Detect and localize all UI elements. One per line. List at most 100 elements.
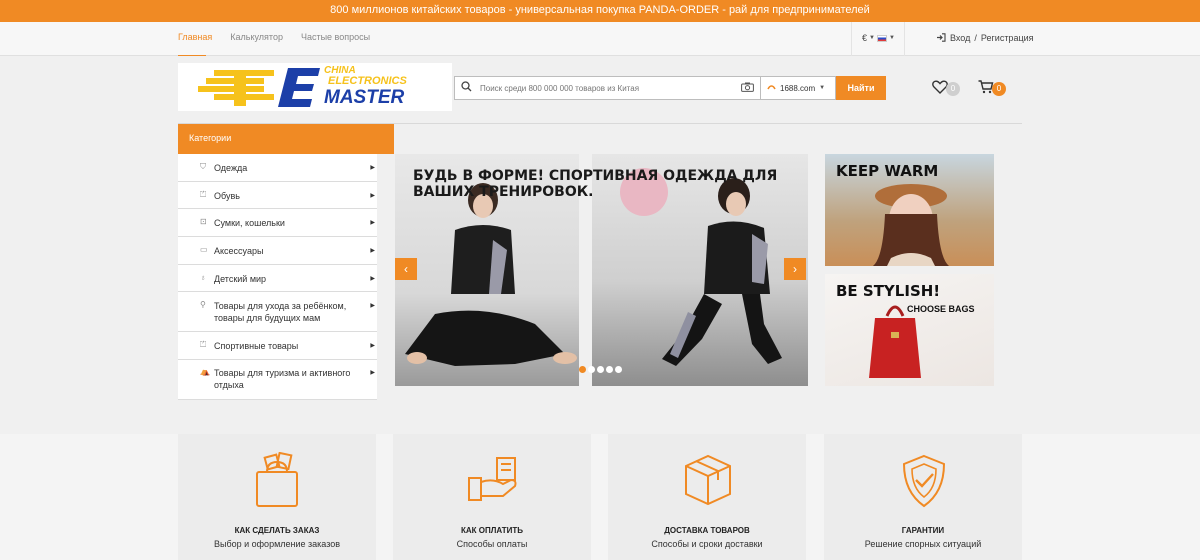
shoe-icon: ⏍ [200, 340, 207, 349]
tent-icon: ⛺ [200, 367, 210, 376]
slide-title: БУДЬ В ФОРМЕ! СПОРТИВНАЯ ОДЕЖДА ДЛЯ ВАШИ… [413, 168, 778, 200]
slider-prev-button[interactable]: ‹ [395, 258, 417, 280]
features-section: КАК СДЕЛАТЬ ЗАКАЗ Выбор и оформление зак… [0, 434, 1200, 560]
chevron-right-icon: ▶ [370, 220, 375, 226]
slider-dot[interactable] [579, 366, 586, 373]
chevron-right-icon: ▶ [370, 248, 375, 254]
chevron-right-icon: ▶ [370, 276, 375, 282]
tab-calculator[interactable]: Калькулятор [230, 32, 283, 42]
hero-slider: БУДЬ В ФОРМЕ! СПОРТИВНАЯ ОДЕЖДА ДЛЯ ВАШИ… [395, 154, 808, 386]
promo-card-title: BE STYLISH! [836, 282, 941, 300]
shield-check-icon [898, 452, 950, 515]
feature-title: КАК СДЕЛАТЬ ЗАКАЗ [234, 526, 320, 535]
chevron-right-icon: ▶ [370, 370, 375, 376]
russian-flag-icon [876, 34, 887, 42]
feature-subtitle: Способы оплаты [456, 539, 528, 549]
payment-hand-icon [467, 452, 523, 515]
login-link[interactable]: Вход [950, 33, 970, 44]
feature-title: ГАРАНТИИ [901, 526, 945, 535]
chevron-down-icon: ▼ [869, 35, 875, 41]
promo-card-be-stylish[interactable]: BE STYLISH! CHOOSE BAGS [825, 274, 994, 386]
tab-faq[interactable]: Частые вопросы [301, 32, 370, 42]
header: CHINA ELECTRONICS MASTER 1688.com ▼ Найт… [0, 56, 1200, 418]
feature-subtitle: Способы и сроки доставки [651, 539, 763, 549]
shopping-bag-icon [252, 451, 302, 515]
bag-icon: ⊡ [200, 217, 207, 226]
slider-dot[interactable] [597, 366, 604, 373]
chevron-right-icon: ▶ [370, 193, 375, 199]
logo-mark [198, 68, 320, 107]
slider-dot[interactable] [606, 366, 613, 373]
category-item-bags[interactable]: ⊡ Сумки, кошельки ▶ [178, 209, 377, 237]
top-nav: Главная Калькулятор Частые вопросы € ▼ ▼… [0, 22, 1200, 57]
chevron-right-icon: ▶ [370, 303, 375, 309]
marketplace-logo-icon [767, 84, 776, 93]
search-button[interactable]: Найти [836, 76, 886, 100]
category-item-sports[interactable]: ⏍ Спортивные товары ▶ [178, 332, 377, 360]
feature-how-to-pay[interactable]: КАК ОПЛАТИТЬ Способы оплаты [393, 434, 591, 560]
promo-card-keep-warm[interactable]: KEEP WARM [825, 154, 994, 266]
category-item-clothing[interactable]: ⛉ Одежда ▶ [178, 154, 377, 182]
feature-delivery[interactable]: ДОСТАВКА ТОВАРОВ Способы и сроки доставк… [608, 434, 806, 560]
box-icon [682, 452, 734, 515]
source-selector[interactable]: 1688.com ▼ [760, 76, 836, 100]
wallet-icon: ▭ [200, 245, 208, 254]
search-box [454, 76, 760, 100]
cart-count-badge: 0 [992, 82, 1006, 96]
chevron-right-icon: ▶ [370, 343, 375, 349]
chevron-down-icon: ▼ [888, 35, 895, 41]
category-label: Сумки, кошельки [214, 218, 285, 228]
search-icon [461, 79, 472, 97]
register-link[interactable]: Регистрация [981, 33, 1034, 44]
feature-guarantees[interactable]: ГАРАНТИИ Решение спорных ситуаций [824, 434, 1022, 560]
stroller-icon: ⚲ [200, 300, 206, 309]
promo-text: 800 миллионов китайских товаров - универ… [330, 4, 870, 16]
nav-divider [904, 22, 905, 56]
search-input[interactable] [480, 83, 733, 93]
auth-links: Вход / Регистрация [936, 33, 1034, 44]
slider-next-button[interactable]: › [784, 258, 806, 280]
categories-header[interactable]: Категории [178, 124, 394, 154]
cart-button[interactable]: 0 [978, 80, 1006, 98]
shoe-icon: ⏍ [200, 190, 207, 199]
category-item-kids[interactable]: ♁ Детский мир ▶ [178, 265, 377, 292]
promo-bar: 800 миллионов китайских товаров - универ… [0, 0, 1200, 22]
chevron-left-icon: ‹ [404, 262, 408, 276]
feature-how-to-order[interactable]: КАК СДЕЛАТЬ ЗАКАЗ Выбор и оформление зак… [178, 434, 376, 560]
header-icons: 0 0 [932, 80, 1006, 98]
camera-icon[interactable] [741, 79, 754, 97]
category-label: Товары для ухода за ребёнком, товары для… [214, 301, 347, 323]
chevron-right-icon: › [793, 262, 797, 276]
category-item-tourism[interactable]: ⛺ Товары для туризма и активного отдыха … [178, 360, 377, 400]
wishlist-button[interactable]: 0 [932, 80, 960, 98]
search-bar: 1688.com ▼ Найти [454, 76, 886, 100]
feature-title: ДОСТАВКА ТОВАРОВ [664, 526, 750, 535]
category-list: ⛉ Одежда ▶ ⏍ Обувь ▶ ⊡ Сумки, кошельки ▶… [178, 154, 377, 400]
source-label: 1688.com [780, 83, 816, 93]
chevron-down-icon: ▼ [819, 85, 826, 91]
category-item-accessories[interactable]: ▭ Аксессуары ▶ [178, 237, 377, 265]
logo-line-electronics: ELECTRONICS [328, 75, 407, 87]
category-label: Спортивные товары [214, 341, 299, 351]
wishlist-count-badge: 0 [946, 82, 960, 96]
category-item-shoes[interactable]: ⏍ Обувь ▶ [178, 182, 377, 209]
feature-subtitle: Решение спорных ситуаций [864, 539, 982, 549]
category-label: Детский мир [214, 274, 267, 284]
currency-language-selector[interactable]: € ▼ ▼ [862, 33, 895, 43]
login-icon [936, 33, 946, 44]
logo-line-master: MASTER [324, 87, 405, 108]
feature-title: КАК ОПЛАТИТЬ [460, 526, 523, 535]
slider-dot[interactable] [588, 366, 595, 373]
nav-divider [851, 22, 852, 56]
category-item-baby-care[interactable]: ⚲ Товары для ухода за ребёнком, товары д… [178, 292, 377, 332]
promo-card-subtitle: CHOOSE BAGS [907, 304, 975, 314]
category-label: Аксессуары [214, 246, 264, 256]
slider-dot[interactable] [615, 366, 622, 373]
promo-card-title: KEEP WARM [836, 162, 939, 180]
tab-home[interactable]: Главная [178, 32, 212, 42]
shirt-icon: ⛉ [200, 162, 206, 171]
chevron-right-icon: ▶ [370, 165, 375, 171]
site-logo[interactable]: CHINA ELECTRONICS MASTER [178, 63, 452, 111]
categories-title: Категории [189, 133, 232, 143]
auth-divider: / [974, 33, 977, 43]
